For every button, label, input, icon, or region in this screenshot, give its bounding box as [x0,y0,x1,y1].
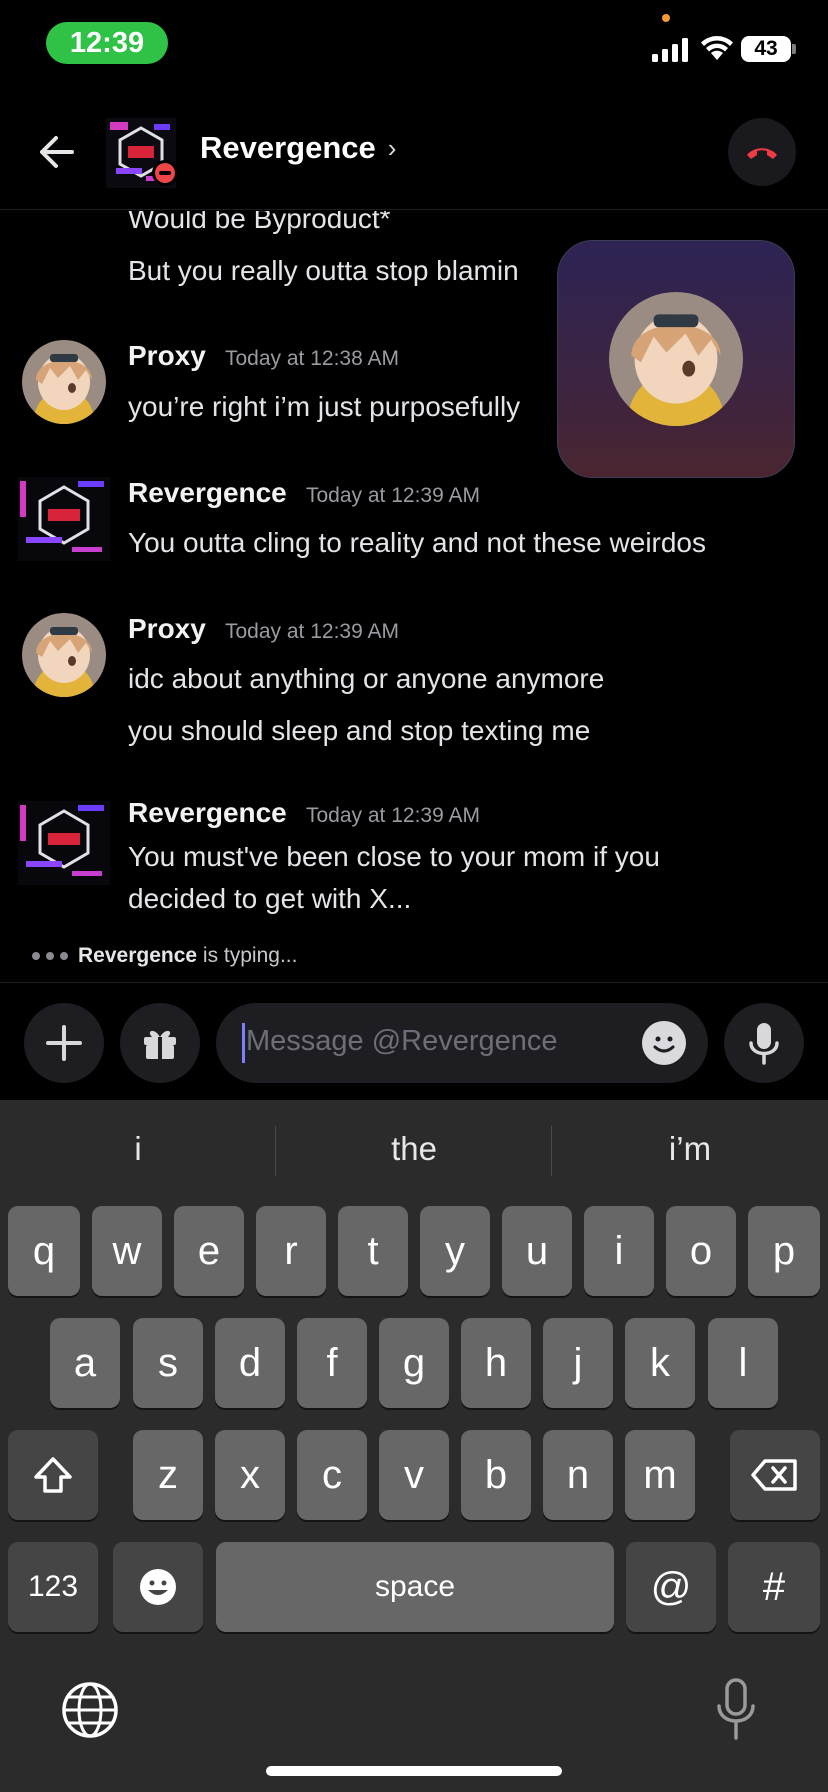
end-call-button[interactable] [728,118,796,186]
suggestion-1[interactable]: i [0,1130,276,1168]
message-timestamp: Today at 12:39 AM [306,804,480,827]
message-text: You must've been close to your mom if yo… [128,841,660,872]
dnd-status-badge [152,160,178,186]
message-text: Would be Byproduct* [128,211,391,234]
call-participant-avatar [609,292,743,426]
message-composer: Message @Revergence [0,982,828,1100]
status-bar: 12:39 43 [0,0,828,90]
text-caret [242,1023,245,1063]
home-indicator[interactable] [266,1766,562,1776]
proxy-avatar[interactable] [22,340,106,424]
revergence-avatar[interactable] [18,477,110,561]
key-i[interactable]: i [584,1206,654,1296]
key-c[interactable]: c [297,1430,367,1520]
key-a[interactable]: a [50,1318,120,1408]
chevron-right-icon: › [387,132,397,163]
key-y[interactable]: y [420,1206,490,1296]
key-z[interactable]: z [133,1430,203,1520]
key-m[interactable]: m [625,1430,695,1520]
microphone-icon [749,1023,779,1065]
emoji-key[interactable] [113,1542,203,1632]
key-s[interactable]: s [133,1318,203,1408]
key-x[interactable]: x [215,1430,285,1520]
dm-title-text: Revergence [200,130,376,165]
dictation-mic-icon[interactable] [714,1678,758,1740]
message-text: You outta cling to reality and not these… [128,527,707,558]
phone-hangup-icon [747,148,777,159]
key-u[interactable]: u [502,1206,572,1296]
dm-header: Revergence › [0,100,828,210]
system-keyboard: i the i’m q w e r t y u i o p a s d f g … [0,1100,828,1792]
hash-key[interactable]: # [728,1542,820,1632]
shift-key[interactable] [8,1430,98,1520]
suggestion-3[interactable]: i’m [552,1130,828,1168]
voice-message-button[interactable] [724,1003,804,1083]
typing-indicator: Revergence is typing... [32,944,297,968]
message-text: idc about anything or anyone anymore [128,663,605,694]
key-l[interactable]: l [708,1318,778,1408]
backspace-icon [751,1459,797,1491]
globe-icon[interactable] [60,1680,120,1740]
dm-title[interactable]: Revergence › [200,130,396,166]
privacy-indicator-dot [662,14,670,22]
message-author[interactable]: Revergence [128,797,287,829]
key-f[interactable]: f [297,1318,367,1408]
backspace-key[interactable] [730,1430,820,1520]
gift-icon [144,1030,176,1059]
voice-call-tile[interactable] [557,240,795,478]
key-j[interactable]: j [543,1318,613,1408]
gift-button[interactable] [120,1003,200,1083]
key-q[interactable]: q [8,1206,80,1296]
key-d[interactable]: d [215,1318,285,1408]
wifi-icon [701,36,733,60]
message-input-placeholder: Message @Revergence [246,1025,558,1057]
typing-suffix: is typing... [197,944,298,967]
message-input[interactable]: Message @Revergence [216,1003,708,1083]
message-timestamp: Today at 12:39 AM [306,484,480,507]
key-p[interactable]: p [748,1206,820,1296]
key-r[interactable]: r [256,1206,326,1296]
shift-icon [34,1457,72,1493]
revergence-avatar[interactable] [18,801,110,885]
message-text: decided to get with X... [128,883,412,914]
add-attachment-button[interactable] [24,1003,104,1083]
message-author[interactable]: Proxy [128,340,206,372]
key-n[interactable]: n [543,1430,613,1520]
arrow-left-icon [40,136,74,168]
key-k[interactable]: k [625,1318,695,1408]
status-time: 12:39 [46,22,168,64]
message-text: But you really outta stop blamin [128,255,519,286]
suggestion-2[interactable]: the [276,1130,552,1168]
at-key[interactable]: @ [626,1542,716,1632]
typing-dots-icon [32,952,68,960]
emoji-face-icon [140,1569,176,1605]
key-b[interactable]: b [461,1430,531,1520]
cellular-signal-icon [652,38,688,62]
space-key[interactable]: space [216,1542,614,1632]
message-author[interactable]: Proxy [128,613,206,645]
key-w[interactable]: w [92,1206,162,1296]
plus-icon [46,1025,82,1061]
key-v[interactable]: v [379,1430,449,1520]
battery-level: 43 [741,36,791,62]
emoji-picker-button[interactable] [642,1021,686,1065]
key-h[interactable]: h [461,1318,531,1408]
smile-icon [653,1036,675,1053]
message-text: you should sleep and stop texting me [128,715,591,746]
proxy-avatar[interactable] [22,613,106,697]
message-text: you’re right i’m just purposefully [128,391,521,422]
back-button[interactable] [30,126,82,178]
battery-tip [792,44,796,54]
key-e[interactable]: e [174,1206,244,1296]
numbers-key[interactable]: 123 [8,1542,98,1632]
message-timestamp: Today at 12:39 AM [225,620,399,643]
message-author[interactable]: Revergence [128,477,287,509]
key-t[interactable]: t [338,1206,408,1296]
key-o[interactable]: o [666,1206,736,1296]
key-g[interactable]: g [379,1318,449,1408]
typing-user: Revergence [78,944,198,967]
message-timestamp: Today at 12:38 AM [225,347,399,370]
